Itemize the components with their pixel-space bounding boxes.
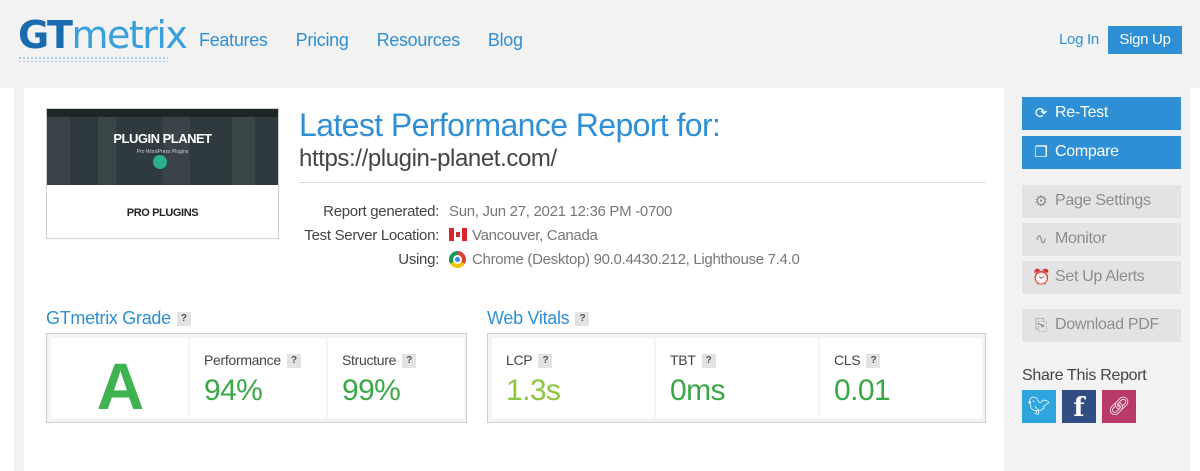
site-header: GTmetrix Features Pricing Resources Blog…	[0, 0, 1200, 80]
page-settings-button[interactable]: ⚙ Page Settings	[1022, 185, 1181, 218]
tbt-value: 0ms	[670, 374, 725, 407]
logo-metrix-text: metrix	[71, 13, 187, 57]
facebook-icon: f	[1073, 393, 1085, 423]
tbt-label: TBT?	[670, 352, 716, 369]
gtmetrix-logo[interactable]: GTmetrix	[18, 13, 188, 62]
report-title: Latest Performance Report for:	[299, 107, 721, 143]
nav-features[interactable]: Features	[199, 30, 268, 51]
thumbnail-title: PLUGIN PLANET	[113, 131, 212, 146]
retest-button[interactable]: ⟳ Re-Test	[1022, 97, 1181, 130]
lcp-label-text: LCP	[506, 352, 533, 368]
grade-title-text: GTmetrix Grade	[46, 308, 171, 328]
refresh-icon: ⟳	[1034, 105, 1048, 122]
nav-pricing[interactable]: Pricing	[296, 30, 349, 51]
vitals-title-text: Web Vitals	[487, 308, 570, 328]
compare-icon: ❐	[1034, 144, 1048, 161]
monitor-button[interactable]: ∿ Monitor	[1022, 223, 1181, 256]
pulse-icon: ∿	[1034, 231, 1048, 248]
lcp-cell: LCP? 1.3s	[492, 338, 654, 418]
facebook-share-button[interactable]: f	[1062, 390, 1096, 423]
thumbnail-navbar	[47, 109, 278, 117]
set-up-alerts-button[interactable]: ⏰ Set Up Alerts	[1022, 261, 1181, 294]
login-link[interactable]: Log In	[1059, 31, 1099, 48]
nav-resources[interactable]: Resources	[377, 30, 461, 51]
meta-value-using: Chrome (Desktop) 90.0.4430.212, Lighthou…	[472, 251, 800, 268]
alarm-clock-icon: ⏰	[1032, 269, 1051, 286]
lcp-value: 1.3s	[506, 374, 561, 407]
copy-link-share-button[interactable]: 🔗︎	[1102, 390, 1136, 423]
tbt-label-text: TBT	[670, 352, 696, 368]
thumbnail-hero	[47, 109, 278, 185]
download-pdf-label: Download PDF	[1055, 316, 1160, 333]
vitals-section-title: Web Vitals?	[487, 308, 590, 329]
thumbnail-section-label: PRO PLUGINS	[126, 207, 199, 219]
structure-label: Structure?	[342, 352, 417, 369]
grade-section-title: GTmetrix Grade?	[46, 308, 191, 329]
chrome-icon	[449, 251, 466, 268]
help-icon[interactable]: ?	[575, 312, 590, 327]
main-nav: Features Pricing Resources Blog	[199, 30, 551, 51]
thumbnail-subtitle: Pro WordPress Plugins	[136, 149, 189, 155]
structure-value: 99%	[342, 374, 401, 407]
compare-button[interactable]: ❐ Compare	[1022, 136, 1181, 169]
logo-gt-text: GT	[18, 13, 73, 57]
right-gutter	[1190, 88, 1200, 471]
structure-label-text: Structure	[342, 352, 397, 368]
signup-button[interactable]: Sign Up	[1108, 26, 1182, 54]
cls-label: CLS?	[834, 352, 881, 369]
share-title: Share This Report	[1022, 367, 1147, 384]
page-settings-label: Page Settings	[1055, 192, 1151, 209]
lcp-label: LCP?	[506, 352, 553, 369]
meta-label-using: Using:	[398, 251, 439, 268]
page-screenshot-thumbnail[interactable]: PLUGIN PLANET Pro WordPress Plugins PRO …	[46, 108, 279, 239]
help-icon[interactable]: ?	[286, 354, 301, 369]
structure-cell: Structure? 99%	[328, 338, 464, 418]
help-icon[interactable]: ?	[701, 354, 716, 369]
monitor-label: Monitor	[1055, 230, 1107, 247]
left-gutter	[0, 88, 14, 471]
gear-icon: ⚙	[1034, 193, 1048, 210]
nav-blog[interactable]: Blog	[488, 30, 523, 51]
tbt-cell: TBT? 0ms	[656, 338, 818, 418]
performance-label: Performance?	[204, 352, 301, 369]
meta-value-location: Vancouver, Canada	[472, 227, 598, 244]
grade-letter: A	[96, 349, 145, 423]
pdf-icon: ⎘	[1035, 317, 1047, 334]
grade-panel: A Performance? 94% Structure? 99%	[46, 333, 467, 423]
cls-cell: CLS? 0.01	[820, 338, 982, 418]
twitter-share-button[interactable]: 🐦︎	[1022, 390, 1056, 423]
cls-value: 0.01	[834, 374, 891, 407]
performance-cell: Performance? 94%	[190, 338, 326, 418]
report-divider	[299, 182, 986, 183]
download-pdf-button[interactable]: ⎘ Download PDF	[1022, 309, 1181, 342]
help-icon[interactable]: ?	[176, 312, 191, 327]
performance-value: 94%	[204, 374, 263, 407]
grade-letter-cell: A	[51, 338, 188, 423]
report-url[interactable]: https://plugin-planet.com/	[299, 145, 557, 173]
retest-label: Re-Test	[1055, 104, 1109, 121]
thumbnail-logo-icon	[153, 155, 167, 169]
cls-label-text: CLS	[834, 352, 861, 368]
performance-label-text: Performance	[204, 352, 281, 368]
compare-label: Compare	[1055, 143, 1119, 160]
logo-dots-decoration	[18, 56, 168, 62]
link-icon: 🔗︎	[1107, 396, 1131, 416]
meta-value-generated: Sun, Jun 27, 2021 12:36 PM -0700	[449, 203, 673, 220]
help-icon[interactable]: ?	[402, 354, 417, 369]
help-icon[interactable]: ?	[538, 354, 553, 369]
meta-label-location: Test Server Location:	[304, 227, 439, 244]
set-up-alerts-label: Set Up Alerts	[1055, 268, 1145, 285]
help-icon[interactable]: ?	[866, 354, 881, 369]
meta-label-generated: Report generated:	[323, 203, 439, 220]
twitter-icon: 🐦︎	[1027, 396, 1051, 416]
canada-flag-icon	[449, 228, 467, 241]
vitals-panel: LCP? 1.3s TBT? 0ms CLS? 0.01	[487, 333, 986, 423]
